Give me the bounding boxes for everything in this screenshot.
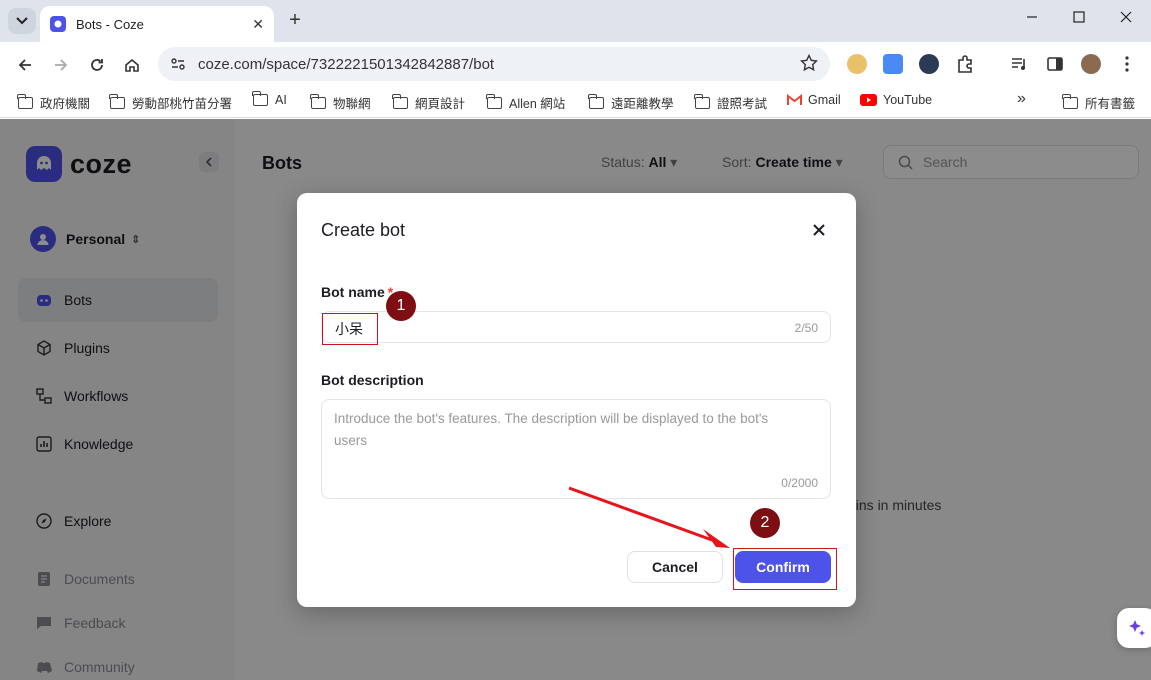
annotation-arrow [568,486,730,548]
